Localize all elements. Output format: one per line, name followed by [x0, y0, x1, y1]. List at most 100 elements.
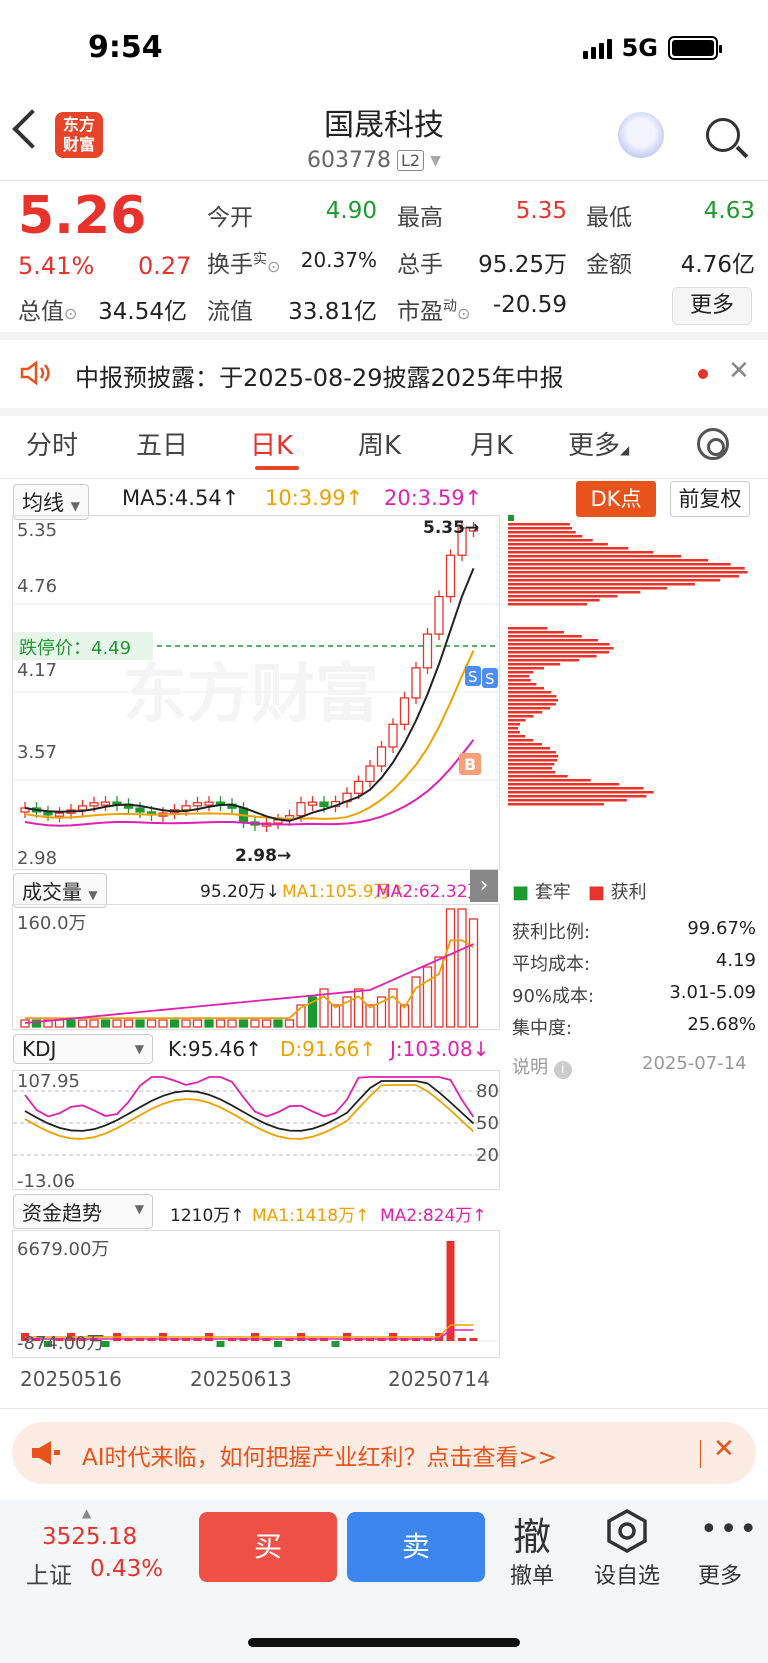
tab-five-day[interactable]: 五日 [136, 425, 188, 462]
chip-bar [508, 747, 551, 750]
close-icon[interactable]: ✕ [728, 356, 750, 386]
volume-bar [100, 1019, 111, 1028]
chip-bar [508, 695, 557, 698]
stock-code: 603778 [307, 148, 391, 173]
more-dots-icon[interactable]: ••• [700, 1512, 759, 1547]
buy-button[interactable]: 买 [199, 1512, 337, 1582]
volume-bar [89, 1019, 99, 1028]
candle-body [422, 633, 433, 669]
candle-body [434, 595, 444, 635]
ma20-legend: 20:3.59↑ [384, 486, 483, 510]
volume-bar [123, 1019, 134, 1028]
sell-button[interactable]: 卖 [347, 1512, 485, 1582]
chip-bar [508, 603, 587, 606]
low-marker: 2.98→ [235, 846, 292, 866]
chip-bar [508, 599, 600, 602]
index-value[interactable]: 3525.18 [42, 1524, 137, 1550]
promo-close-icon[interactable]: ✕ [713, 1434, 735, 1464]
kline-chart[interactable]: 东方财富 B S S 5.35 4.76 4.17 3.57 2.98 跌停价：… [12, 515, 500, 870]
x-date-start: 20250516 [20, 1367, 122, 1391]
tab-daily-k[interactable]: 日K [250, 425, 293, 462]
add-watchlist-button[interactable]: 设自选 [587, 1558, 667, 1590]
chip-bar-trapped [508, 515, 514, 521]
chip-concentration-value: 25.68% [687, 1014, 756, 1035]
speaker-icon [20, 360, 50, 386]
volume-chart[interactable]: 160.0万 [12, 904, 500, 1030]
fund-bar [274, 1341, 282, 1347]
indicator-select-fund[interactable]: 资金趋势 ▼ [13, 1194, 153, 1229]
kdj-d-legend: D:91.66↑ [280, 1037, 377, 1061]
search-icon[interactable] [706, 118, 740, 152]
tab-weekly-k[interactable]: 周K [358, 425, 401, 462]
index-change[interactable]: 0.43% [90, 1556, 163, 1582]
fund-bar [216, 1341, 225, 1347]
indicator-select-volume[interactable]: 成交量 ▼ [13, 873, 107, 908]
chip-date: 2025-07-14 [642, 1053, 747, 1074]
volume-bar [284, 1019, 295, 1028]
amount-label: 金额 [586, 252, 632, 278]
divider [0, 180, 768, 181]
gear-icon[interactable] [697, 428, 729, 460]
assistant-robot-icon[interactable] [618, 112, 664, 158]
chip-bar [508, 671, 534, 674]
tab-more[interactable]: 更多◢ [568, 425, 629, 462]
indicator-select-kdj[interactable]: KDJ ▼ [13, 1034, 153, 1064]
adjust-button[interactable]: 前复权 [670, 481, 750, 517]
kdj-svg [13, 1076, 499, 1156]
chip-bar [508, 667, 545, 670]
chip-bar [508, 675, 530, 678]
kdj-chart[interactable]: 107.95 -13.06 80 50 20 [12, 1070, 500, 1192]
status-time: 9:54 [88, 30, 163, 65]
volume-bar [261, 1019, 272, 1028]
home-indicator [248, 1638, 520, 1647]
more-quote-button[interactable]: 更多 [672, 287, 752, 325]
index-name[interactable]: 上证 [26, 1556, 72, 1590]
candle-body [204, 801, 214, 806]
section-gap [0, 332, 768, 340]
tab-intraday[interactable]: 分时 [26, 425, 78, 462]
fund-y-top: 6679.00万 [17, 1239, 110, 1260]
dk-point-button[interactable]: DK点 [576, 481, 656, 517]
volume-bar [227, 1019, 237, 1028]
volume-y-top: 160.0万 [17, 913, 87, 934]
signal-markers: B S S [459, 666, 498, 775]
fund-trend-chart[interactable]: 6679.00万 -874.00万 [12, 1230, 500, 1358]
chip-bar [508, 627, 548, 630]
chip-bar [508, 687, 545, 690]
chip-bar [508, 715, 534, 718]
chip-bar [508, 783, 620, 786]
chip-bar [508, 571, 748, 574]
volume-bar [192, 1019, 203, 1028]
chevron-right-icon[interactable]: › [470, 870, 498, 902]
cancel-order-button[interactable]: 撤单 [492, 1558, 572, 1590]
fund-bar [331, 1341, 340, 1347]
turnover-label: 换手实⊙ [207, 251, 281, 278]
chip-bar [508, 563, 731, 566]
x-date-mid: 20250613 [190, 1367, 292, 1391]
chip-bar [508, 651, 610, 654]
ma5-legend: MA5:4.54↑ [122, 486, 240, 510]
kdj-y-top: 107.95 [17, 1071, 80, 1092]
y-label-5-35: 5.35 [17, 520, 58, 541]
limit-down-label: 跌停价：4.49 [19, 638, 132, 659]
chip-bar [508, 739, 534, 742]
chip-bar [508, 663, 561, 666]
candle-body [399, 697, 410, 725]
chip-bar [508, 591, 641, 594]
notice-text[interactable]: 中报预披露：于2025-08-29披露2025年中报 [75, 358, 564, 393]
chevron-down-icon: ▼ [430, 152, 441, 169]
add-watchlist-icon[interactable] [605, 1508, 649, 1554]
tab-monthly-k[interactable]: 月K [470, 425, 513, 462]
volume-bar [169, 1019, 180, 1028]
chip-bar [508, 555, 682, 558]
stock-code-selector[interactable]: 603778 L2 ▼ [307, 148, 441, 173]
chip-note-button[interactable]: 说明 i [512, 1053, 572, 1079]
chip-bar [508, 583, 695, 586]
volume-bar [353, 988, 364, 1028]
more-button[interactable]: 更多 [680, 1558, 760, 1590]
promo-text[interactable]: AI时代来临，如何把握产业红利？点击查看>> [82, 1438, 557, 1472]
chip-bar [508, 727, 519, 730]
cancel-order-icon[interactable]: 撤 [512, 1506, 552, 1561]
candle-body [445, 554, 456, 598]
fund-ma1-legend: MA1:1418万↑ [252, 1206, 370, 1226]
